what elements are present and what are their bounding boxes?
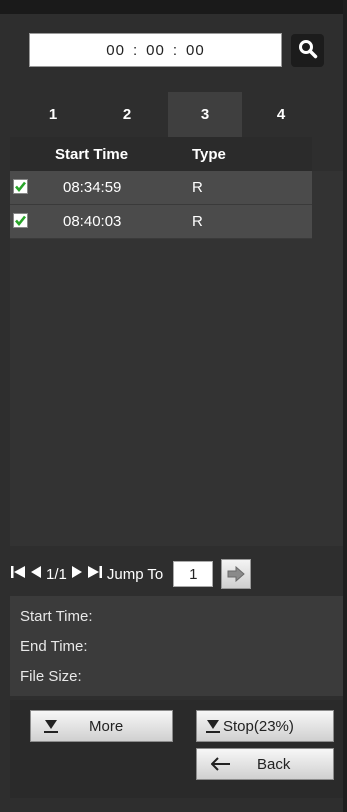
jump-to-label: Jump To: [106, 565, 164, 583]
arrow-left-icon: [211, 757, 231, 771]
time-separator: :: [132, 41, 139, 59]
tab-4[interactable]: 4: [244, 92, 318, 137]
record-start-time: 08:34:59: [63, 179, 122, 196]
list-item[interactable]: 08:34:59 R: [10, 171, 312, 205]
previous-page-icon[interactable]: [30, 565, 42, 583]
more-button[interactable]: More: [30, 710, 173, 742]
list-header: Start Time Type: [10, 137, 312, 171]
minutes-field[interactable]: 00: [146, 42, 165, 59]
tab-1[interactable]: 1: [16, 92, 90, 137]
time-search-input[interactable]: 00 : 00 : 00: [29, 33, 282, 67]
record-type: R: [192, 213, 203, 230]
record-list: 08:34:59 R 08:40:03 R: [10, 171, 343, 546]
go-button[interactable]: [221, 559, 252, 589]
pagination: 1/1 Jump To 1: [10, 555, 343, 593]
search-button[interactable]: [291, 34, 324, 67]
search-icon: [298, 39, 318, 63]
check-icon: [15, 215, 27, 227]
next-page-icon[interactable]: [71, 565, 83, 583]
arrow-right-icon: [227, 566, 246, 582]
download-icon: [205, 718, 221, 734]
stop-label: Stop(23%): [223, 717, 294, 735]
record-type: R: [192, 179, 203, 196]
download-icon: [43, 718, 59, 734]
hours-field[interactable]: 00: [106, 42, 125, 59]
last-page-icon[interactable]: [87, 565, 103, 583]
more-label: More: [89, 717, 124, 735]
column-type: Type: [192, 146, 226, 163]
list-item[interactable]: 08:40:03 R: [10, 205, 312, 239]
file-info: Start Time: End Time: File Size:: [10, 596, 343, 696]
end-time-label: End Time:: [20, 638, 88, 655]
tab-2[interactable]: 2: [90, 92, 164, 137]
checkbox[interactable]: [13, 213, 28, 228]
first-page-icon[interactable]: [10, 565, 26, 583]
file-size-label: File Size:: [20, 668, 82, 685]
seconds-field[interactable]: 00: [186, 42, 205, 59]
tab-3[interactable]: 3: [168, 92, 242, 137]
jump-page-input[interactable]: 1: [173, 561, 214, 587]
scrollbar-track[interactable]: [343, 0, 347, 812]
back-button[interactable]: Back: [196, 748, 334, 780]
action-bar: More Stop(23%) Back: [10, 700, 343, 798]
checkbox[interactable]: [13, 179, 28, 194]
check-icon: [15, 181, 27, 193]
time-separator: :: [172, 41, 179, 59]
page-indicator: 1/1: [46, 565, 67, 583]
stop-download-button[interactable]: Stop(23%): [196, 710, 334, 742]
channel-tabs: 1 2 3 4: [16, 92, 312, 137]
record-start-time: 08:40:03: [63, 213, 122, 230]
start-time-label: Start Time:: [20, 608, 93, 625]
column-start-time: Start Time: [55, 146, 129, 163]
top-bar: [0, 0, 347, 14]
back-label: Back: [257, 755, 291, 773]
